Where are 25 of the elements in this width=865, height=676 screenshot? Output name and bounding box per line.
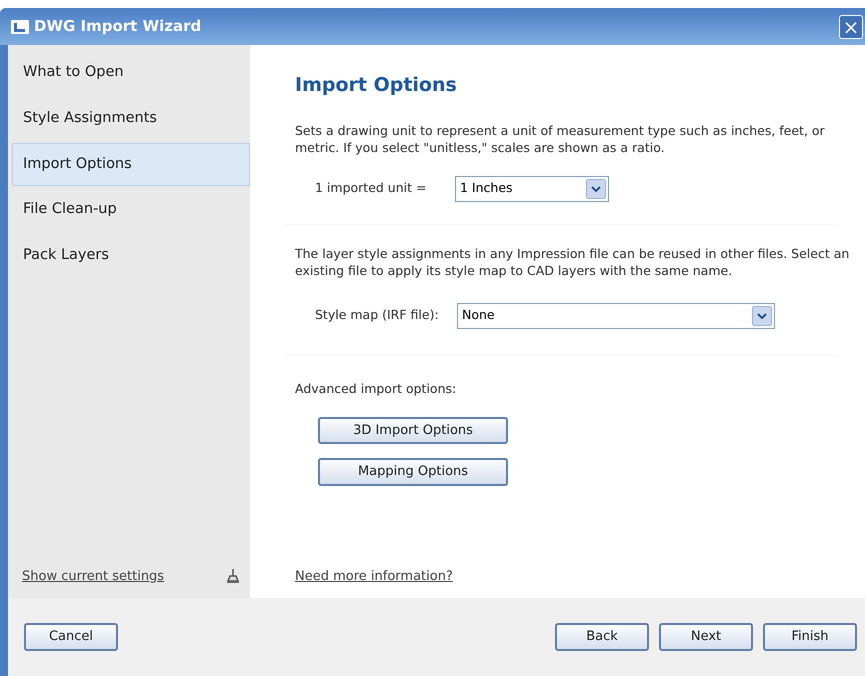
section-heading: Import Options (295, 73, 458, 98)
brush-icon (226, 568, 240, 584)
sidebar-item[interactable]: File Clean-up (12, 188, 250, 232)
sidebar-item[interactable]: Pack Layers (12, 234, 250, 278)
cancel-button[interactable]: Cancel (24, 623, 118, 651)
options-button[interactable]: 3D Import Options (318, 416, 508, 444)
finish-button[interactable]: Finish (763, 623, 857, 651)
sidebar-item[interactable]: Import Options (12, 142, 250, 186)
sidebar-item[interactable]: Style Assignments (12, 96, 250, 140)
advanced-options-label: Advanced import options: (295, 380, 458, 396)
show-settings-link[interactable]: Show current settings (22, 566, 164, 586)
options-button[interactable]: Mapping Options (318, 458, 508, 486)
style-map-label: Style map (IRF file): (315, 306, 440, 324)
next-button[interactable]: Next (659, 623, 753, 651)
back-button[interactable]: Back (555, 623, 649, 651)
unit-label: 1 imported unit = (315, 179, 428, 198)
help-link[interactable]: Need more information? (295, 566, 453, 586)
style-description: The layer style assignments in any Impression file can be reused in other files. Select an existing file to apply its style map to CAD layers with the same name. (295, 244, 850, 278)
close-button[interactable]: × (839, 14, 863, 38)
unit-description: Sets a drawing unit to represent a unit of measurement type such as inches, feet, or metric. If you select "unitless," scales are shown as a ratio. (295, 122, 826, 156)
window-title: DWG Import Wizard (34, 16, 202, 38)
unit-dropdown[interactable]: 1 Inches (455, 176, 609, 202)
wizard-icon (10, 18, 30, 34)
sidebar-item[interactable]: What to Open (12, 51, 250, 95)
style-map-dropdown[interactable]: None (457, 302, 775, 328)
